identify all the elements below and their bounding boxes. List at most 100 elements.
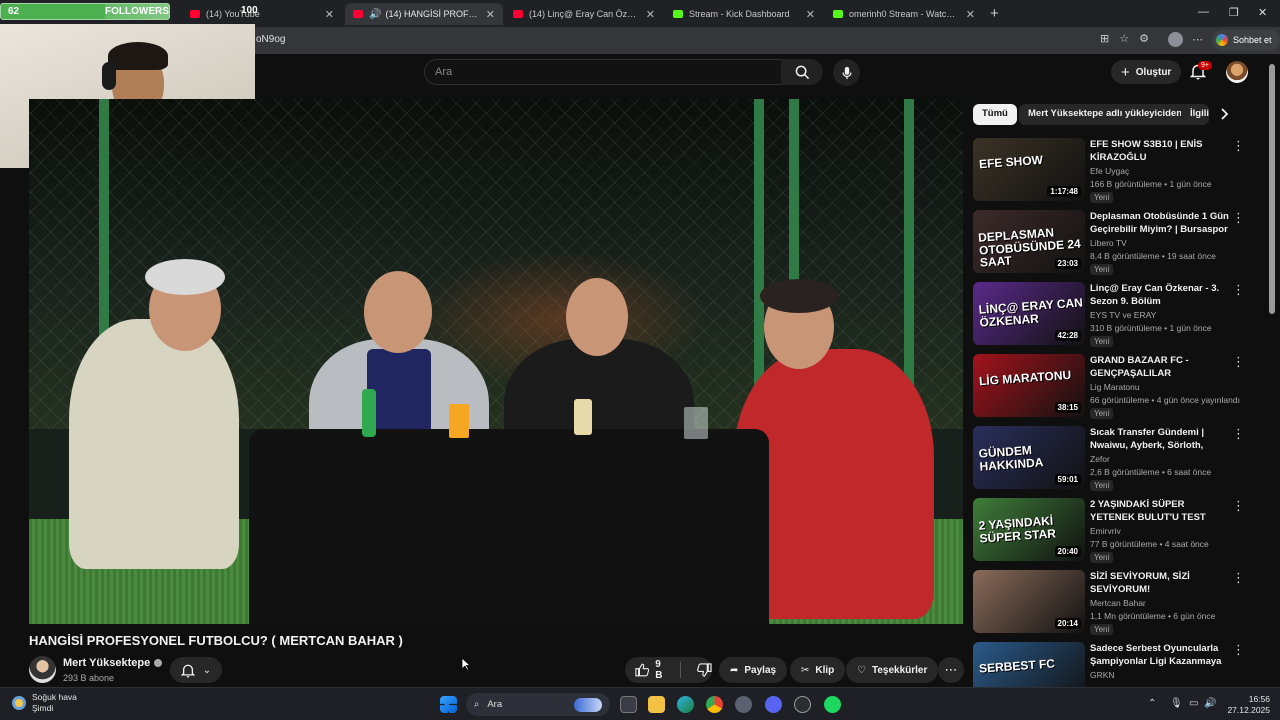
channel-avatar[interactable]	[29, 656, 56, 683]
microphone-tray-icon[interactable]: 🎙	[1170, 698, 1183, 709]
recommendation-channel-row[interactable]: Mertcan Bahar	[1090, 598, 1146, 608]
url-text[interactable]: oN9og	[256, 34, 285, 45]
recommendation-item[interactable]: 20:14 SİZİ SEVİYORUM, SİZİ SEVİYORUM! Mert…	[973, 570, 1248, 638]
more-actions-button[interactable]: ⋯	[938, 657, 964, 683]
more-options-icon[interactable]: ⋮	[1232, 570, 1245, 586]
recommendation-title[interactable]: Deplasman Otobüsünde 1 Gün Geçirebilir M…	[1090, 210, 1230, 236]
video-thumbnail[interactable]: 2 YAŞINDAKİ SÜPER STAR 20:40	[973, 498, 1085, 561]
video-thumbnail[interactable]: LİG MARATONU 38:15	[973, 354, 1085, 417]
chip-from-uploader[interactable]: Mert Yüksektepe adlı yükleyiciden	[1019, 104, 1192, 125]
recommendation-channel-row[interactable]: Emirvriv	[1090, 526, 1121, 536]
speaker-icon[interactable]: 🔊	[369, 9, 381, 20]
recommendation-channel-row[interactable]: Lig Maratonu	[1090, 382, 1140, 392]
recommendation-item[interactable]: LİG MARATONU 38:15 GRAND BAZAAR FC - GENÇP…	[973, 354, 1248, 422]
start-menu-icon[interactable]	[440, 696, 457, 713]
system-clock[interactable]: 16:56 27.12.2025	[1218, 694, 1270, 716]
recommendation-item[interactable]: LİNÇ@ ERAY CAN ÖZKENAR 42:28 Linç@ Eray Ca…	[973, 282, 1248, 350]
recommendation-item[interactable]: 2 YAŞINDAKİ SÜPER STAR 20:40 2 YAŞINDAKİ S…	[973, 498, 1248, 566]
weather-widget[interactable]: Soğuk hava Şimdi	[12, 692, 77, 714]
channel-name-row[interactable]: Mert Yüksektepe	[63, 657, 163, 669]
gemini-chat-button[interactable]: Sohbet et	[1212, 30, 1280, 50]
recommendation-title[interactable]: Linç@ Eray Can Özkenar - 3. Sezon 9. Böl…	[1090, 282, 1230, 308]
tab-title: (14) HANGİSİ PROFESYONEL F	[385, 9, 479, 19]
tab-close-icon[interactable]: ✕	[646, 8, 655, 21]
tab-linc-video[interactable]: (14) Linç@ Eray Can Özkenar - 3. S ✕	[505, 3, 663, 25]
recommendation-item[interactable]: EFE SHOW 1:17:48 EFE SHOW S3B10 | ENİS KİR…	[973, 138, 1248, 206]
recommendation-title[interactable]: Sadece Serbest Oyuncularla Şampiyonlar L…	[1090, 642, 1230, 668]
maximize-icon[interactable]: ❐	[1229, 6, 1239, 19]
dislike-button[interactable]	[687, 663, 712, 677]
obs-studio-icon[interactable]	[794, 696, 811, 713]
recommendation-item[interactable]: GÜNDEM HAKKINDA 59:01 Sıcak Transfer Günde…	[973, 426, 1248, 494]
search-input[interactable]: Ara	[424, 59, 782, 85]
search-button[interactable]	[781, 59, 823, 85]
recommendation-channel-row[interactable]: Zefor	[1090, 454, 1110, 464]
share-button[interactable]: ➦ Paylaş	[719, 657, 788, 683]
create-button[interactable]: + Oluştur	[1111, 60, 1182, 84]
network-icon[interactable]: ▭	[1189, 698, 1198, 709]
chrome-browser-icon[interactable]	[706, 696, 723, 713]
tab-close-icon[interactable]: ✕	[486, 8, 495, 21]
chevron-right-icon[interactable]	[1219, 107, 1229, 125]
recommendation-title[interactable]: EFE SHOW S3B10 | ENİS KİRAZOĞLU	[1090, 138, 1230, 164]
thanks-button[interactable]: ♡ Teşekkürler	[846, 657, 939, 683]
tab-kick-dashboard[interactable]: Stream - Kick Dashboard ✕	[665, 3, 823, 25]
subscribed-notifications-button[interactable]: ⌄	[170, 657, 222, 683]
tab-close-icon[interactable]: ✕	[806, 8, 815, 21]
new-tab-button[interactable]: +	[990, 5, 999, 22]
more-options-icon[interactable]: ⋮	[1232, 642, 1245, 658]
more-options-icon[interactable]: ⋮	[1232, 138, 1245, 154]
recommendation-title[interactable]: GRAND BAZAAR FC - GENÇPAŞALILAR	[1090, 354, 1230, 380]
recommendation-channel-row[interactable]: Efe Uygaç	[1090, 166, 1129, 176]
tab-close-icon[interactable]: ✕	[966, 8, 975, 21]
menu-dots-icon[interactable]: ⋯	[1192, 33, 1203, 46]
video-thumbnail[interactable]: LİNÇ@ ERAY CAN ÖZKENAR 42:28	[973, 282, 1085, 345]
extensions-icon[interactable]: ⚙	[1139, 32, 1149, 45]
minimize-icon[interactable]: —	[1198, 6, 1209, 18]
channel-name[interactable]: Mert Yüksektepe	[63, 657, 150, 669]
video-thumbnail[interactable]: 20:14	[973, 570, 1085, 633]
recommendation-channel-row[interactable]: Libero TV	[1090, 238, 1127, 248]
file-explorer-icon[interactable]	[648, 696, 665, 713]
more-options-icon[interactable]: ⋮	[1232, 498, 1245, 514]
recommendation-title[interactable]: Sıcak Transfer Gündemi | Nwaiwu, Ayberk,…	[1090, 426, 1230, 452]
chip-related[interactable]: İlgili	[1181, 104, 1209, 125]
tray-chevron-icon[interactable]: ⌃	[1148, 698, 1156, 709]
video-thumbnail[interactable]: DEPLASMAN OTOBÜSÜNDE 24 SAAT 23:03	[973, 210, 1085, 273]
recommendation-item[interactable]: DEPLASMAN OTOBÜSÜNDE 24 SAAT 23:03 Deplasm…	[973, 210, 1248, 278]
edge-browser-icon[interactable]	[677, 696, 694, 713]
more-options-icon[interactable]: ⋮	[1232, 282, 1245, 298]
chip-all[interactable]: Tümü	[973, 104, 1017, 125]
recommendation-title[interactable]: SİZİ SEVİYORUM, SİZİ SEVİYORUM!	[1090, 570, 1230, 596]
voice-search-button[interactable]	[833, 59, 860, 86]
more-options-icon[interactable]: ⋮	[1232, 426, 1245, 442]
account-avatar[interactable]	[1226, 61, 1248, 83]
more-options-icon[interactable]: ⋮	[1232, 210, 1245, 226]
like-count: 9 B	[655, 659, 663, 681]
taskbar-search[interactable]: ⌕ Ara	[466, 693, 610, 716]
video-player[interactable]	[29, 99, 963, 624]
spotify-icon[interactable]	[824, 696, 841, 713]
video-thumbnail[interactable]: GÜNDEM HAKKINDA 59:01	[973, 426, 1085, 489]
tab-close-icon[interactable]: ✕	[325, 8, 334, 21]
tab-youtube-home[interactable]: (14) YouTube ✕	[182, 3, 342, 25]
discord-icon[interactable]	[765, 696, 782, 713]
tab-kick-stream[interactable]: omerinh0 Stream - Watch Live on ✕	[825, 3, 983, 25]
like-button[interactable]: 9 B	[625, 659, 681, 681]
install-app-icon[interactable]: ⊞	[1100, 32, 1109, 45]
clip-button[interactable]: ✂ Klip	[790, 657, 846, 683]
profile-avatar[interactable]	[1168, 32, 1183, 47]
recommendation-title[interactable]: 2 YAŞINDAKİ SÜPER YETENEK BULUT'U TEST E…	[1090, 498, 1230, 524]
close-window-icon[interactable]: ✕	[1258, 6, 1267, 19]
bookmark-star-icon[interactable]: ☆	[1119, 32, 1129, 45]
volume-icon[interactable]: 🔊	[1204, 698, 1216, 709]
more-options-icon[interactable]: ⋮	[1232, 354, 1245, 370]
settings-gear-icon[interactable]	[735, 696, 752, 713]
video-thumbnail[interactable]: EFE SHOW 1:17:48	[973, 138, 1085, 201]
task-view-icon[interactable]	[620, 696, 637, 713]
recommendation-channel-row[interactable]: EYS TV ve ERAY	[1090, 310, 1156, 320]
tab-current-video[interactable]: 🔊 (14) HANGİSİ PROFESYONEL F ✕	[345, 3, 503, 25]
recommendation-channel-row[interactable]: GRKN	[1090, 670, 1115, 680]
scrollbar[interactable]	[1269, 64, 1275, 314]
video-duration: 1:17:48	[1047, 186, 1081, 197]
